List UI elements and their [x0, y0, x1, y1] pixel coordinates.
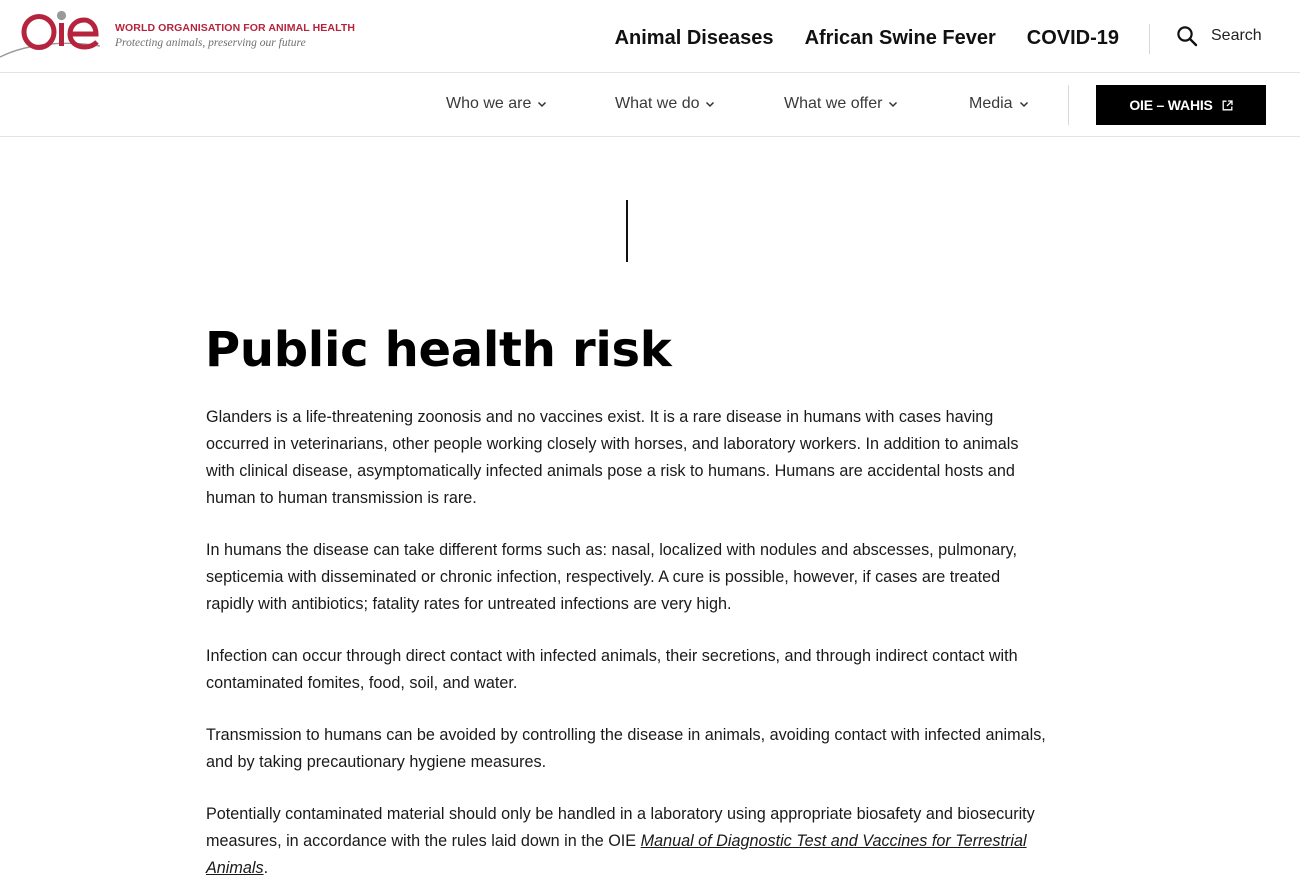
chevron-down-icon	[889, 101, 898, 108]
article-paragraph: Transmission to humans can be avoided by…	[206, 726, 1046, 771]
article-paragraph: Infection can occur through direct conta…	[206, 647, 1018, 692]
header-divider	[1149, 24, 1150, 54]
article-body: Glanders is a life-threatening zoonosis …	[206, 404, 1051, 886]
org-tagline: Protecting animals, preserving our futur…	[115, 37, 306, 49]
top-header: WORLD ORGANISATION FOR ANIMAL HEALTH Pro…	[0, 0, 1300, 73]
oie-wahis-label: OIE – WAHIS	[1129, 97, 1213, 113]
nav-link-african-swine-fever[interactable]: African Swine Fever	[805, 27, 996, 50]
nav-item-what-we-do[interactable]: What we do	[615, 95, 715, 113]
nav-item-label: What we do	[615, 95, 700, 112]
chevron-down-icon	[538, 101, 547, 108]
chevron-down-icon	[1019, 101, 1028, 108]
search-icon	[1177, 26, 1198, 47]
nav-link-animal-diseases[interactable]: Animal Diseases	[615, 27, 774, 50]
search-label: Search	[1211, 27, 1262, 44]
nav-item-label: What we offer	[784, 95, 883, 112]
nav-link-covid-19[interactable]: COVID-19	[1027, 27, 1119, 50]
nav-item-who-we-are[interactable]: Who we are	[446, 95, 547, 113]
oie-logo[interactable]: WORLD ORGANISATION FOR ANIMAL HEALTH Pro…	[0, 8, 355, 64]
article-paragraph: Potentially contaminated material should…	[206, 801, 1051, 882]
page-title: Public health risk	[205, 322, 672, 378]
search-button[interactable]: Search	[1176, 25, 1262, 47]
decorative-divider	[626, 200, 628, 262]
article-paragraph: In humans the disease can take different…	[206, 541, 1018, 613]
oie-wahis-button[interactable]: OIE – WAHIS	[1096, 85, 1266, 125]
external-link-icon	[1222, 99, 1233, 110]
nav-item-what-we-offer[interactable]: What we offer	[784, 95, 898, 113]
paragraph-text: .	[263, 859, 269, 877]
nav-item-label: Media	[969, 95, 1013, 112]
primary-nav: Animal Diseases African Swine Fever COVI…	[615, 27, 1119, 50]
secondary-nav: Who we are What we do What we offer Medi…	[0, 73, 1300, 137]
org-name: WORLD ORGANISATION FOR ANIMAL HEALTH	[115, 22, 356, 34]
article-paragraph: Glanders is a life-threatening zoonosis …	[206, 408, 1019, 507]
nav-item-label: Who we are	[446, 95, 532, 112]
nav-divider	[1068, 85, 1069, 125]
nav-item-media[interactable]: Media	[969, 95, 1029, 113]
oie-logo-mark	[0, 10, 101, 58]
chevron-down-icon	[706, 101, 715, 108]
